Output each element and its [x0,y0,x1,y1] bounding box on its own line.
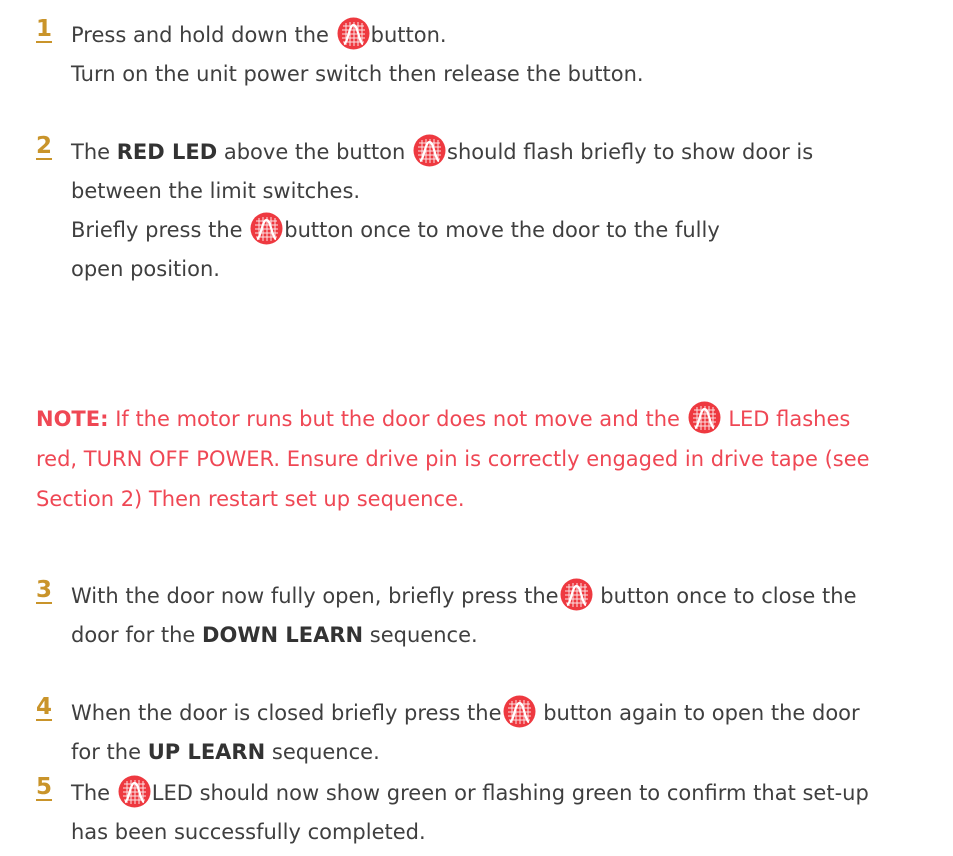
note-label: NOTE: [36,407,109,431]
step-number: 1 [36,16,53,42]
step-number: 4 [36,694,53,720]
down-learn-label: DOWN LEARN [202,623,364,647]
door-learn-button-icon [117,775,151,808]
door-learn-button-icon [250,212,284,245]
step-text: The LED should now show green or flashin… [71,774,933,852]
step-text: When the door is closed briefly press th… [71,694,933,772]
step-text: The RED LED above the button should flas… [71,133,933,289]
step-number: 3 [36,577,53,603]
step-number: 2 [36,133,53,159]
door-learn-button-icon [502,695,536,728]
door-learn-button-icon [413,134,447,167]
step-text: With the door now fully open, briefly pr… [71,577,933,655]
door-learn-button-icon [687,401,721,434]
up-learn-label: UP LEARN [147,740,266,764]
red-led-label: RED LED [116,140,218,164]
door-learn-button-icon [559,578,593,611]
step-number: 5 [36,774,53,800]
door-learn-button-icon [336,17,370,50]
step-text: Press and hold down the button. Turn on … [71,16,933,94]
warning-note: NOTE: If the motor runs but the door doe… [36,399,936,519]
